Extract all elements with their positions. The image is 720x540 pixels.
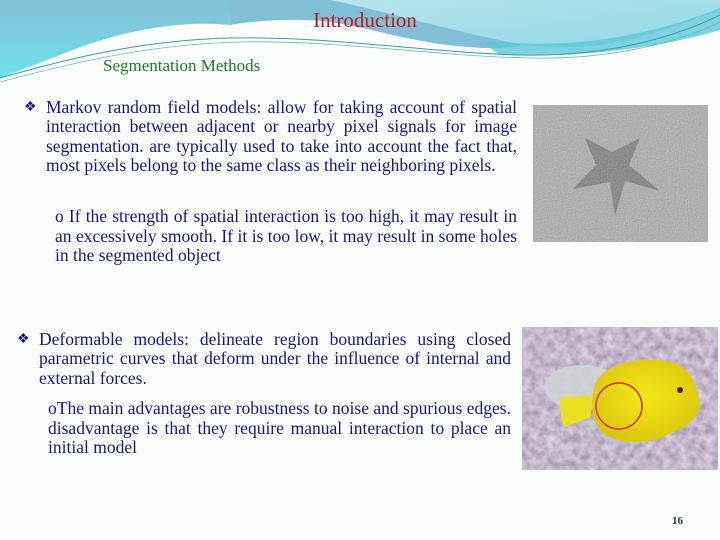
noisy-star-image [533, 105, 708, 242]
slide-title: Introduction [313, 8, 417, 32]
bullet-text: Deformable models: delineate region boun… [39, 329, 511, 388]
sub-bullet-markov: o If the strength of spatial interaction… [55, 206, 517, 266]
diamond-bullet-icon: ❖ [17, 332, 30, 347]
bullet-markov: ❖ Markov random field models: allow for … [24, 97, 517, 176]
bullet-deformable: ❖ Deformable models: delineate region bo… [17, 329, 511, 388]
diamond-bullet-icon: ❖ [24, 100, 37, 115]
slide-subtitle: Segmentation Methods [103, 56, 261, 75]
page-number: 16 [672, 515, 683, 527]
yellow-fish-with-contour-image [522, 327, 718, 470]
bullet-text: Markov random field models: allow for ta… [46, 97, 517, 176]
slide: Introduction Segmentation Methods ❖ Mark… [0, 0, 720, 540]
sub-bullet-deformable: oThe main advantages are robustness to n… [48, 398, 511, 458]
